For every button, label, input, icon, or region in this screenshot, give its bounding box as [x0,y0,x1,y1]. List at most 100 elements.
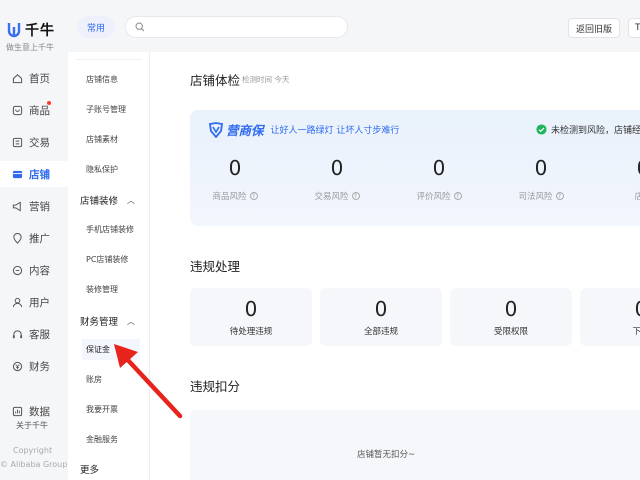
rail-item-label: 财务 [29,360,50,373]
app-slogan: 做生意上千牛 [6,43,54,52]
violation-value: 0 [504,297,518,321]
trade-icon [11,136,23,148]
submenu-item-decoration-mgmt[interactable]: 装修管理 [86,284,118,295]
deductions-title: 违规扣分 [190,379,241,394]
risk-label: 司法风险 [518,192,553,202]
logo-text: 千牛 [25,23,55,39]
violation-card-pending[interactable]: 0 待处理违规 [190,288,312,346]
risk-label: 店铺 [634,192,640,202]
rail-item-label: 数据 [29,405,50,418]
search-input[interactable] [125,16,348,38]
risk-label: 评价风险 [416,192,451,202]
rail-item-marketing[interactable]: 营销 [0,193,68,219]
submenu-item-privacy[interactable]: 隐私保护 [86,164,118,175]
risk-label: 交易风险 [314,192,349,202]
rail-item-store[interactable]: 店铺 [0,161,68,187]
submenu-item-finance-service[interactable]: 金融服务 [86,434,118,445]
rail-item-home[interactable]: 首页 [0,65,68,91]
risk-item-judicial[interactable]: 0 司法风险? [496,156,586,203]
copyright-text: Copyright [13,446,53,455]
risk-item-store[interactable]: 0 店铺 [598,156,640,203]
rail-item-label: 内容 [29,264,50,277]
rail-item-label: 营销 [29,200,50,213]
headset-icon [11,328,23,340]
check-time-note: 检测时间 今天 [242,75,290,84]
check-circle-icon [536,124,547,135]
rail-item-label: 首页 [29,72,50,85]
submenu-group-decoration[interactable]: 店铺装修 ︿ [80,193,136,208]
help-icon[interactable]: ? [351,192,360,200]
qianniu-logo-icon [7,23,21,38]
rail-item-service[interactable]: 客服 [0,321,68,347]
violation-label: 待处理违规 [229,327,273,337]
submenu-item-pc-decoration[interactable]: PC店铺装修 [86,254,128,265]
content-icon [11,264,23,276]
rail-item-finance[interactable]: 财务 [0,353,68,379]
megaphone-icon [11,200,23,212]
risk-value: 0 [330,156,344,180]
violation-label: 受限权限 [493,327,528,337]
company-text: © Alibaba Group [0,460,68,469]
rail-item-content[interactable]: 内容 [0,257,68,283]
help-icon[interactable]: ? [249,192,258,200]
chevron-up-icon: ︿ [127,316,136,326]
health-check-panel: 营商保 让好人一路绿灯 让坏人寸步难行 未检测到风险，店铺经营 0 商品风险? … [190,110,640,226]
main-content: 店铺体检 检测时间 今天 营商保 让好人一路绿灯 让坏人寸步难行 未检测到风险，… [150,52,640,480]
brand-name: 营商保 [226,123,264,138]
violation-label: 下架 [632,327,640,337]
submenu-item-mobile-decoration[interactable]: 手机店铺装修 [86,224,134,235]
risk-status-text: 未检测到风险，店铺经营 [551,126,640,136]
rail-item-goods[interactable]: 商品 [0,97,68,123]
return-old-version-button[interactable]: 返回旧版 [568,18,620,38]
goods-icon [11,104,23,116]
rail-item-label: 交易 [29,136,50,149]
risk-item-goods[interactable]: 0 商品风险? [190,156,280,203]
risk-item-trade[interactable]: 0 交易风险? [292,156,382,203]
violation-value: 0 [374,297,388,321]
submenu-item-account[interactable]: 账房 [86,374,102,385]
user-icon [11,296,23,308]
risk-label: 商品风险 [212,192,247,202]
annotation-arrow-icon [114,344,183,419]
violation-card-all[interactable]: 0 全部违规 [320,288,442,346]
search-icon [135,22,145,32]
location-icon [11,232,23,244]
yingshangbao-brand: 营商保 让好人一路绿灯 让坏人寸步难行 [208,120,399,139]
violation-card-restricted[interactable]: 0 受限权限 [450,288,572,346]
top-right-button[interactable]: T [628,18,640,38]
violation-label: 全部违规 [363,327,398,337]
rail-item-users[interactable]: 用户 [0,289,68,315]
about-link[interactable]: 关于千牛 [16,420,48,431]
rail-item-label: 客服 [29,328,50,341]
common-tag-button[interactable]: 常用 [77,16,115,38]
submenu-item-sub-account[interactable]: 子账号管理 [86,104,126,115]
risk-value: 0 [432,156,446,180]
chevron-up-icon: ︿ [127,195,136,205]
submenu-more[interactable]: 更多 [80,462,99,476]
notification-badge [47,101,51,105]
store-icon [11,168,23,180]
help-icon[interactable]: ? [555,192,564,200]
rail-item-promotion[interactable]: 推广 [0,225,68,251]
submenu-item-materials[interactable]: 店铺素材 [86,134,118,145]
rail-item-trade[interactable]: 交易 [0,129,68,155]
brand-slogan: 让好人一路绿灯 让坏人寸步难行 [270,126,400,136]
submenu-group-finance[interactable]: 财务管理 ︿ [80,314,136,329]
left-rail: 千牛 做生意上千牛 首页 商品 交易 店铺 营销 推广 内容 用户 客服 财务 [0,0,68,480]
home-icon [11,72,23,84]
submenu-group-label: 财务管理 [80,317,119,328]
risk-item-review[interactable]: 0 评价风险? [394,156,484,203]
rail-item-label: 店铺 [29,168,50,181]
risk-value: 0 [534,156,548,180]
data-icon [11,405,23,417]
shield-logo-icon [208,121,224,138]
deductions-panel: 店铺暂无扣分~ [190,410,640,480]
app-logo[interactable]: 千牛 [6,20,55,40]
help-icon[interactable]: ? [453,192,462,200]
risk-status: 未检测到风险，店铺经营 [536,123,640,136]
risk-value: 0 [598,156,640,184]
submenu-item-store-info[interactable]: 店铺信息 [86,74,118,85]
finance-icon [11,360,23,372]
violation-card-delisted[interactable]: 0 下架 [580,288,640,346]
empty-state-text: 店铺暂无扣分~ [356,450,416,460]
